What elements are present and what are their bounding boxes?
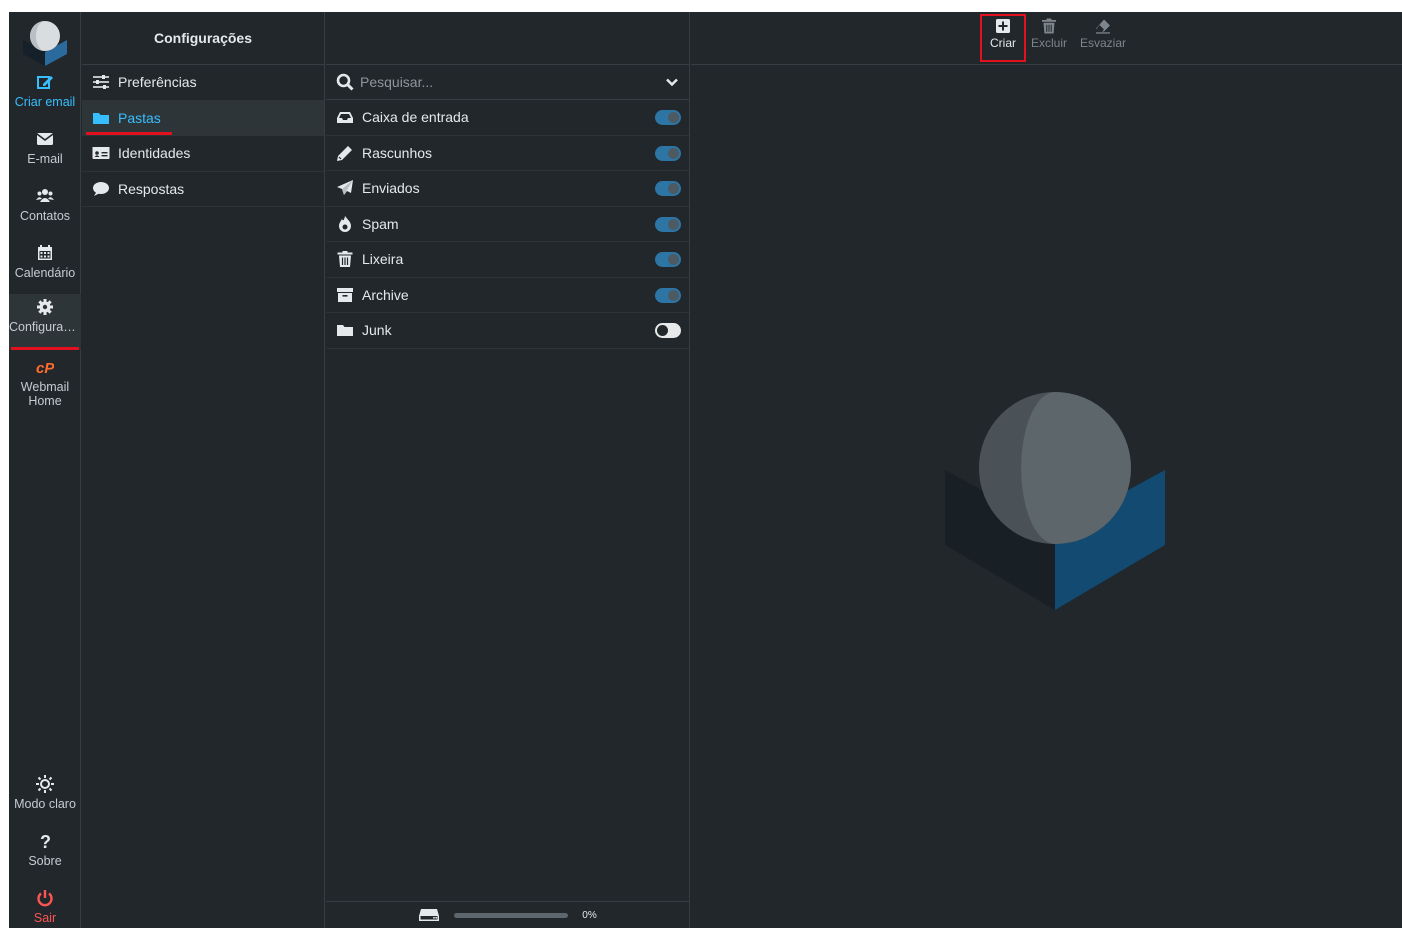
folder-row-sent[interactable]: Enviados	[326, 171, 689, 207]
create-folder-button[interactable]: Criar	[980, 14, 1026, 62]
folder-name: Enviados	[362, 180, 420, 197]
power-icon	[9, 889, 81, 911]
sidebar-item-label: Respostas	[118, 180, 185, 197]
eraser-icon	[1076, 14, 1130, 36]
main-nav: Criar email E-mail Contatos Calendário C	[9, 12, 81, 928]
folder-name: Spam	[362, 215, 399, 232]
delete-label: Excluir	[1030, 36, 1067, 50]
sidebar-item-folders[interactable]: Pastas	[82, 100, 324, 136]
about-label: Sobre	[28, 854, 62, 868]
folder-row-archive[interactable]: Archive	[326, 278, 689, 313]
subscribe-toggle[interactable]	[655, 287, 681, 303]
nav-settings-label: Configurações	[9, 320, 81, 334]
sun-icon	[9, 775, 81, 797]
quota-percent: 0%	[582, 909, 597, 921]
folder-name: Archive	[362, 286, 409, 303]
sidebar-item-label: Identidades	[118, 145, 191, 162]
folder-row-trash[interactable]: Lixeira	[326, 242, 689, 278]
subscribe-toggle[interactable]	[655, 323, 681, 338]
folder-name: Lixeira	[362, 251, 404, 268]
users-icon	[9, 187, 81, 209]
trash-icon	[336, 250, 354, 268]
nav-contacts-label: Contatos	[19, 209, 71, 223]
search-icon	[336, 73, 354, 91]
folder-row-drafts[interactable]: Rascunhos	[326, 136, 689, 171]
folder-row-junk[interactable]: Junk	[326, 313, 689, 349]
nav-mail-label: E-mail	[27, 152, 63, 166]
svg-text:cP: cP	[36, 360, 54, 376]
purge-label: Esvaziar	[1079, 36, 1126, 50]
nav-contacts[interactable]: Contatos	[9, 183, 81, 239]
subscribe-toggle[interactable]	[655, 216, 681, 232]
folder-list-panel: Caixa de entrada Rascunhos Enviados Spam	[326, 12, 690, 928]
logout-button[interactable]: Sair	[9, 885, 81, 928]
roundcube-watermark-logo	[945, 392, 1165, 610]
folder-row-inbox[interactable]: Caixa de entrada	[326, 100, 689, 136]
calendar-icon	[9, 244, 81, 266]
id-card-icon	[92, 144, 110, 162]
sliders-icon	[92, 73, 110, 91]
sidebar-item-label: Pastas	[118, 109, 161, 126]
chevron-down-icon[interactable]	[665, 75, 679, 89]
subscribe-toggle[interactable]	[655, 145, 681, 161]
app-window: Criar email E-mail Contatos Calendário C	[9, 12, 1402, 928]
compose-button[interactable]: Criar email	[9, 69, 81, 125]
comment-icon	[92, 180, 110, 198]
nav-settings[interactable]: Configurações	[9, 294, 81, 350]
theme-toggle-label: Modo claro	[14, 797, 76, 811]
gear-icon	[9, 298, 81, 320]
nav-mail[interactable]: E-mail	[9, 126, 81, 182]
question-icon: ?	[9, 832, 81, 854]
sidebar-title: Configurações	[82, 12, 324, 65]
trash-icon	[1029, 14, 1069, 36]
folder-row-spam[interactable]: Spam	[326, 207, 689, 242]
envelope-icon	[9, 130, 81, 152]
sidebar-item-preferences[interactable]: Preferências	[82, 65, 324, 101]
search-input[interactable]	[360, 74, 665, 90]
folder-name: Junk	[362, 322, 392, 339]
cpanel-icon: cP	[9, 358, 81, 380]
theme-toggle[interactable]: Modo claro	[9, 771, 81, 827]
folder-list-header	[326, 12, 689, 65]
fire-icon	[336, 215, 354, 233]
hard-drive-icon	[418, 907, 440, 923]
folder-icon	[92, 109, 110, 127]
logout-label: Sair	[33, 911, 57, 925]
quota-indicator: 0%	[326, 901, 689, 928]
archive-icon	[336, 286, 354, 304]
svg-text:?: ?	[40, 832, 51, 850]
inbox-icon	[336, 108, 354, 126]
content-panel: Criar Excluir Esvaziar	[691, 12, 1402, 928]
nav-webmail-label-line1: Webmail	[20, 380, 70, 394]
nav-calendar-label: Calendário	[14, 266, 76, 280]
sidebar-item-identities[interactable]: Identidades	[82, 136, 324, 172]
folder-search[interactable]	[326, 65, 689, 100]
subscribe-toggle[interactable]	[655, 110, 681, 125]
nav-calendar[interactable]: Calendário	[9, 240, 81, 296]
create-label: Criar	[990, 36, 1016, 50]
nav-webmail-label-line2: Home	[28, 394, 62, 408]
subscribe-toggle[interactable]	[655, 181, 681, 196]
settings-sidebar: Configurações Preferências Pastas Identi…	[82, 12, 325, 928]
compose-icon	[9, 73, 81, 95]
folder-name: Caixa de entrada	[362, 109, 469, 126]
pencil-icon	[336, 144, 354, 162]
folder-icon	[336, 321, 354, 339]
about-button[interactable]: ? Sobre	[9, 828, 81, 884]
roundcube-logo	[23, 21, 67, 66]
nav-webmail-home[interactable]: cP Webmail Home	[9, 354, 81, 410]
purge-folder-button[interactable]: Esvaziar	[1076, 14, 1130, 62]
folder-name: Rascunhos	[362, 144, 433, 161]
quota-bar	[454, 912, 569, 918]
paper-plane-icon	[336, 179, 354, 197]
toolbar: Criar Excluir Esvaziar	[691, 12, 1402, 65]
sidebar-item-responses[interactable]: Respostas	[82, 172, 324, 207]
delete-folder-button[interactable]: Excluir	[1029, 14, 1069, 62]
plus-square-icon	[980, 14, 1026, 36]
sidebar-item-label: Preferências	[118, 74, 197, 91]
compose-label: Criar email	[14, 95, 76, 109]
subscribe-toggle[interactable]	[655, 252, 681, 267]
